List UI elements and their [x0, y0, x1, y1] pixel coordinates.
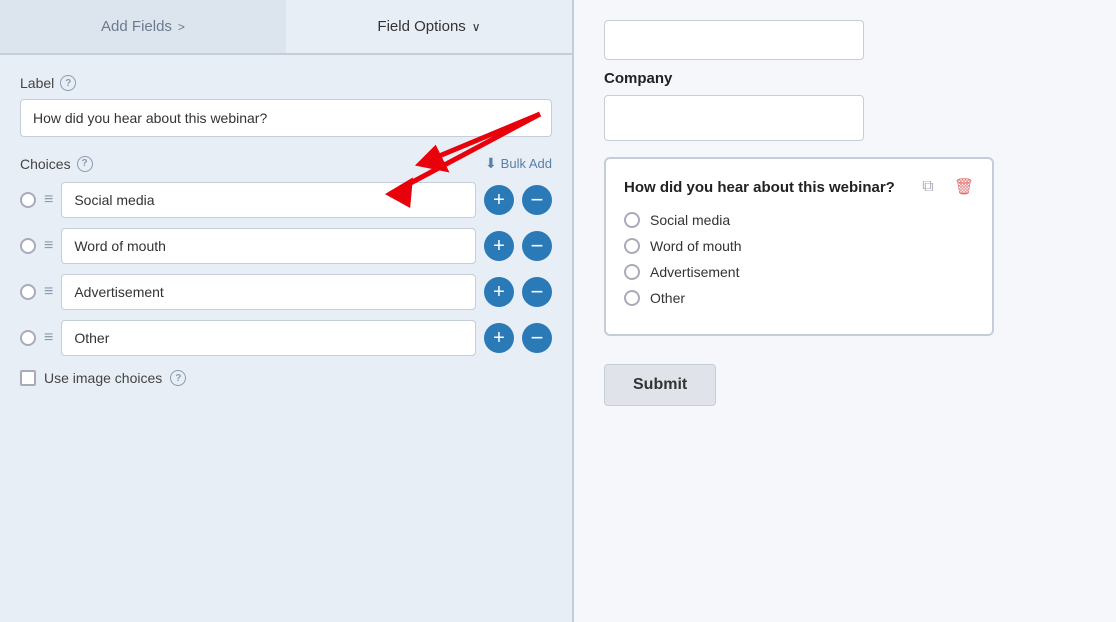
preview-radio-4[interactable]	[624, 290, 640, 306]
right-panel: Company ⧉ 🗑 How did you hear about this …	[574, 0, 1116, 622]
preview-option-3: Advertisement	[624, 264, 974, 280]
preview-label-1: Social media	[650, 212, 730, 228]
choice-remove-btn-3[interactable]: −	[522, 277, 552, 307]
choice-add-btn-4[interactable]: +	[484, 323, 514, 353]
image-choices-checkbox[interactable]	[20, 370, 36, 386]
use-image-row: Use image choices ?	[20, 370, 552, 386]
preview-label-4: Other	[650, 290, 685, 306]
choice-add-btn-1[interactable]: +	[484, 185, 514, 215]
preview-label-3: Advertisement	[650, 264, 739, 280]
choice-radio-2[interactable]	[20, 238, 36, 254]
company-label: Company	[604, 70, 1086, 87]
choice-row-2: ≡ + −	[20, 228, 552, 264]
choice-row-3: ≡ + −	[20, 274, 552, 310]
choice-row-1: ≡ + −	[20, 182, 552, 218]
choice-remove-btn-2[interactable]: −	[522, 231, 552, 261]
use-image-help-icon[interactable]: ?	[170, 370, 186, 386]
bulk-add-icon: ⬇	[485, 155, 497, 172]
choice-remove-btn-4[interactable]: −	[522, 323, 552, 353]
add-fields-label: Add Fields	[101, 18, 172, 35]
company-input-top[interactable]	[604, 20, 864, 60]
choice-input-1[interactable]	[61, 182, 476, 218]
card-copy-button[interactable]: ⧉	[914, 173, 942, 201]
choices-title: Choices	[20, 156, 71, 172]
tab-add-fields[interactable]: Add Fields >	[0, 0, 286, 53]
choice-radio-1[interactable]	[20, 192, 36, 208]
bulk-add-label: Bulk Add	[501, 156, 552, 171]
card-delete-button[interactable]: 🗑	[950, 173, 978, 201]
field-options-arrow: ∨	[472, 20, 481, 34]
choices-help-icon[interactable]: ?	[77, 156, 93, 172]
add-fields-arrow: >	[178, 20, 185, 34]
form-preview: Company ⧉ 🗑 How did you hear about this …	[604, 10, 1086, 406]
choice-row-4: ≡ + −	[20, 320, 552, 356]
copy-icon: ⧉	[922, 178, 933, 196]
preview-radio-3[interactable]	[624, 264, 640, 280]
choice-drag-2[interactable]: ≡	[44, 238, 53, 254]
company-section: Company	[604, 20, 1086, 141]
choice-add-btn-3[interactable]: +	[484, 277, 514, 307]
preview-label-2: Word of mouth	[650, 238, 742, 254]
preview-option-4: Other	[624, 290, 974, 306]
choice-add-btn-2[interactable]: +	[484, 231, 514, 261]
label-section-header: Label ?	[20, 75, 552, 91]
preview-option-1: Social media	[624, 212, 974, 228]
label-input[interactable]	[20, 99, 552, 137]
company-input[interactable]	[604, 95, 864, 141]
choice-drag-3[interactable]: ≡	[44, 284, 53, 300]
preview-radio-1[interactable]	[624, 212, 640, 228]
label-section-title: Label	[20, 75, 54, 91]
card-actions: ⧉ 🗑	[914, 173, 978, 201]
choice-radio-4[interactable]	[20, 330, 36, 346]
choice-input-3[interactable]	[61, 274, 476, 310]
use-image-label: Use image choices	[44, 370, 162, 386]
choices-label: Choices ?	[20, 156, 93, 172]
bulk-add-button[interactable]: ⬇ Bulk Add	[485, 155, 552, 172]
label-help-icon[interactable]: ?	[60, 75, 76, 91]
preview-option-2: Word of mouth	[624, 238, 974, 254]
choice-drag-1[interactable]: ≡	[44, 192, 53, 208]
tab-bar: Add Fields > Field Options ∨	[0, 0, 572, 55]
choice-remove-btn-1[interactable]: −	[522, 185, 552, 215]
choices-header: Choices ? ⬇ Bulk Add	[20, 155, 552, 172]
choice-radio-3[interactable]	[20, 284, 36, 300]
choice-input-2[interactable]	[61, 228, 476, 264]
field-options-label: Field Options	[377, 18, 465, 35]
preview-radio-2[interactable]	[624, 238, 640, 254]
choice-input-4[interactable]	[61, 320, 476, 356]
question-card: ⧉ 🗑 How did you hear about this webinar?…	[604, 157, 994, 336]
left-panel: Add Fields > Field Options ∨ Label ? Cho…	[0, 0, 574, 622]
choice-drag-4[interactable]: ≡	[44, 330, 53, 346]
tab-field-options[interactable]: Field Options ∨	[286, 0, 572, 53]
submit-button[interactable]: Submit	[604, 364, 716, 406]
panel-body: Label ? Choices ? ⬇ Bulk Add ≡ + − ≡	[0, 55, 572, 622]
delete-icon: 🗑	[954, 177, 974, 197]
